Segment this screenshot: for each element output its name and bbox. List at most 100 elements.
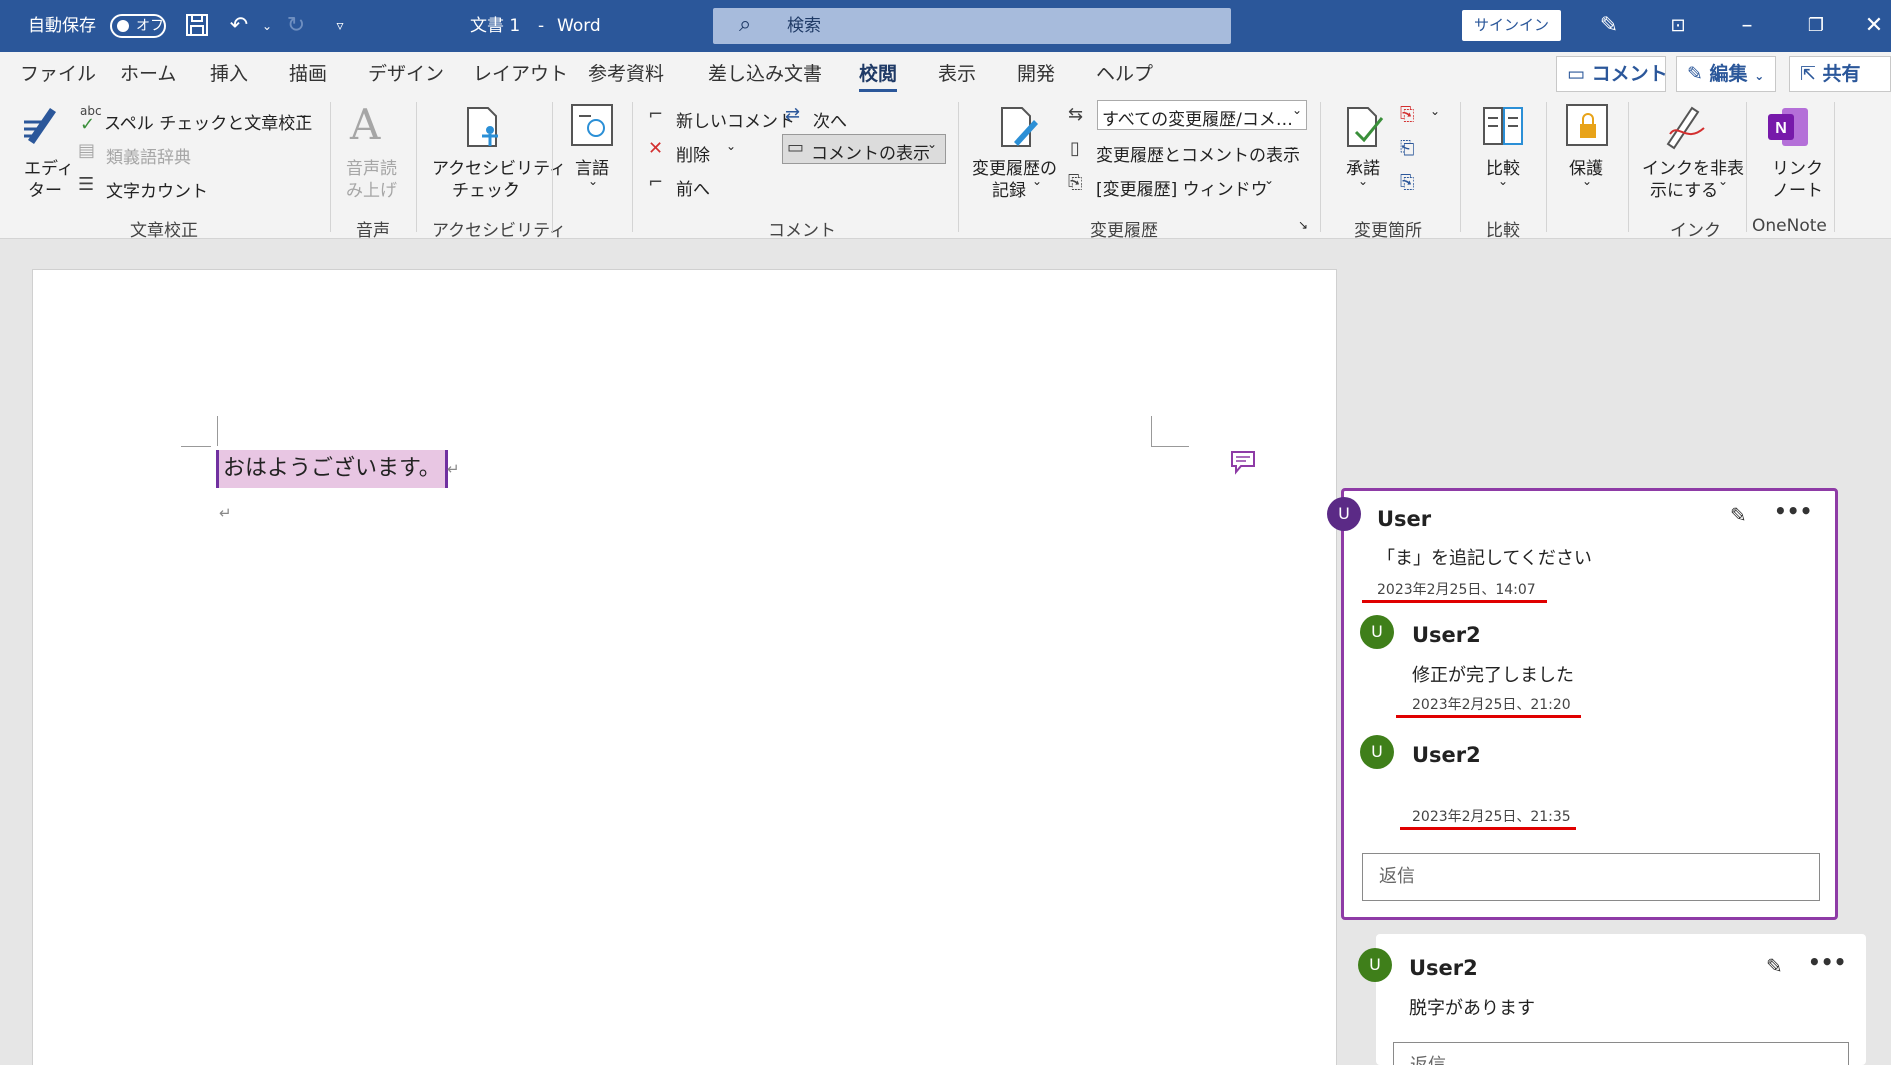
group-label-comments: コメント (768, 221, 836, 241)
edit-comment-icon[interactable]: ✎ (1766, 954, 1783, 978)
title-bar: 自動保存 オフ ↶ ⌄ ↻ ▿ 文書 1 - Word ⌕ 検索 サインイン ✎… (0, 0, 1891, 52)
reply-input[interactable]: 返信 (1393, 1042, 1849, 1065)
signin-button[interactable]: サインイン (1462, 10, 1561, 41)
ribbon-display-icon[interactable]: ⊡ (1664, 12, 1692, 40)
tab-layout[interactable]: レイアウト (473, 52, 568, 96)
avatar: U (1327, 497, 1361, 531)
reject-dropdown-icon[interactable]: ⌄ (1430, 104, 1440, 118)
more-options-icon[interactable]: ••• (1808, 950, 1846, 974)
search-placeholder: 検索 (787, 16, 821, 36)
editor-icon[interactable] (20, 102, 66, 148)
svg-text:N: N (1775, 120, 1787, 137)
next-comment-button[interactable]: 次へ (813, 107, 847, 132)
tab-view[interactable]: 表示 (938, 52, 976, 96)
reply-input[interactable]: 返信 (1362, 853, 1820, 901)
margin-corner-mark (217, 416, 218, 446)
comment-text: 「ま」を追記してください (1377, 548, 1592, 569)
pen-icon[interactable]: ✎ (1595, 12, 1623, 40)
comment-thread-active[interactable]: U User ✎ ••• 「ま」を追記してください 2023年2月25日、14:… (1327, 488, 1838, 920)
show-comments-button[interactable]: ▭ コメントの表示 ⌄ (782, 134, 946, 164)
accessibility-dropdown-icon[interactable]: ⌄ (506, 174, 516, 188)
onenote-icon[interactable]: N (1766, 104, 1812, 150)
new-comment-button[interactable]: 新しいコメント (676, 107, 795, 132)
show-comments-label: コメントの表示 (811, 144, 930, 164)
accept-dropdown-icon[interactable]: ⌄ (1358, 174, 1368, 188)
protect-dropdown-icon[interactable]: ⌄ (1582, 174, 1592, 188)
show-markup-button[interactable]: 変更履歴とコメントの表示 (1096, 141, 1300, 166)
tab-developer[interactable]: 開発 (1017, 52, 1055, 96)
tab-home[interactable]: ホーム (120, 52, 176, 96)
group-separator (416, 102, 417, 232)
margin-corner-mark (1151, 416, 1152, 446)
spell-check-dropdown-icon[interactable]: ⌄ (298, 107, 308, 121)
track-changes-dropdown-icon[interactable]: ⌄ (1032, 174, 1042, 188)
restore-icon[interactable]: ❐ (1802, 12, 1830, 40)
delete-comment-icon: ✕ (648, 138, 664, 159)
tab-help[interactable]: ヘルプ (1096, 52, 1153, 96)
spell-check-button[interactable]: スペル チェックと文章校正 (104, 109, 312, 134)
hide-ink-dropdown-icon[interactable]: ⌄ (1718, 174, 1728, 188)
reviewing-pane-button[interactable]: [変更履歴] ウィンドウ (1096, 175, 1268, 200)
tab-references[interactable]: 参考資料 (588, 52, 664, 96)
word-count-button[interactable]: 文字カウント (106, 177, 208, 202)
group-separator (958, 102, 959, 232)
tab-mailings[interactable]: 差し込み文書 (708, 52, 822, 96)
minimize-icon[interactable]: – (1733, 12, 1761, 40)
commented-text[interactable]: おはようございます。 (216, 450, 448, 488)
compare-icon[interactable] (1480, 104, 1526, 150)
document-page[interactable]: おはようございます。 ↵ ↵ (32, 269, 1337, 1065)
hide-ink-label-2[interactable]: 示にする (1650, 176, 1718, 201)
delete-comment-button[interactable]: 削除 (676, 141, 710, 166)
previous-comment-button[interactable]: 前へ (676, 175, 710, 200)
margin-corner-mark (1151, 446, 1189, 447)
group-separator (632, 102, 633, 232)
comment-bubble-icon[interactable] (1229, 448, 1257, 476)
next-change-icon[interactable]: ⎘ (1400, 172, 1414, 193)
comment-thread[interactable]: U User2 ✎ ••• 脱字があります 返信 (1358, 934, 1866, 1065)
show-comments-icon: ▭ (787, 137, 805, 158)
accept-icon[interactable] (1342, 104, 1388, 150)
tab-file[interactable]: ファイル (20, 52, 96, 96)
linked-notes-label-2[interactable]: ノート (1772, 176, 1823, 201)
autosave-toggle[interactable]: オフ (110, 14, 166, 38)
edit-comment-icon[interactable]: ✎ (1730, 503, 1747, 527)
edit-button[interactable]: ✎ 編集 ⌄ (1676, 56, 1776, 92)
close-icon[interactable]: ✕ (1860, 12, 1888, 40)
markup-dropdown[interactable]: すべての変更履歴/コメ… ⌄ (1097, 100, 1307, 130)
language-icon[interactable] (569, 102, 615, 148)
more-options-icon[interactable]: ••• (1774, 499, 1812, 523)
editor-label-2[interactable]: ター (28, 176, 62, 201)
track-changes-icon[interactable] (996, 104, 1042, 150)
customize-qat-icon[interactable]: ▿ (326, 12, 354, 40)
show-markup-dropdown-icon[interactable]: ⌄ (1288, 139, 1298, 153)
tab-draw[interactable]: 描画 (289, 52, 327, 96)
avatar: U (1358, 948, 1392, 982)
delete-dropdown-icon[interactable]: ⌄ (726, 139, 736, 153)
language-dropdown-icon[interactable]: ⌄ (588, 174, 598, 188)
share-button[interactable]: ⇱ 共有 (1789, 56, 1891, 92)
display-for-review-icon: ⇆ (1068, 104, 1084, 125)
redo-icon[interactable]: ↻ (282, 12, 310, 40)
group-separator (1834, 102, 1835, 232)
protect-icon[interactable] (1564, 102, 1610, 148)
reviewing-pane-dropdown-icon[interactable]: ⌄ (1264, 173, 1274, 187)
tab-insert[interactable]: 挿入 (210, 52, 248, 96)
comment-button[interactable]: ▭ コメント (1556, 56, 1668, 92)
group-label-changes: 変更箇所 (1354, 221, 1422, 241)
tab-review[interactable]: 校閲 (859, 52, 898, 96)
accessibility-check-icon[interactable] (460, 104, 506, 150)
search-box[interactable]: ⌕ 検索 (713, 8, 1231, 44)
undo-dropdown-icon[interactable]: ⌄ (253, 12, 281, 40)
track-changes-label-2[interactable]: 記録 (992, 176, 1026, 201)
previous-change-icon[interactable]: ⎗ (1400, 138, 1414, 159)
compare-dropdown-icon[interactable]: ⌄ (1498, 174, 1508, 188)
document-title: 文書 1 (470, 16, 521, 36)
save-icon[interactable] (183, 12, 211, 40)
reply-date: 2023年2月25日、21:20 (1412, 697, 1571, 713)
dialog-launcher-icon[interactable]: ↘ (1298, 218, 1308, 232)
hide-ink-icon[interactable] (1664, 104, 1710, 150)
reject-icon[interactable]: ⎘ (1400, 104, 1414, 125)
undo-icon[interactable]: ↶ (225, 12, 253, 40)
tab-design[interactable]: デザイン (368, 52, 444, 96)
autosave-label: 自動保存 (28, 16, 96, 36)
